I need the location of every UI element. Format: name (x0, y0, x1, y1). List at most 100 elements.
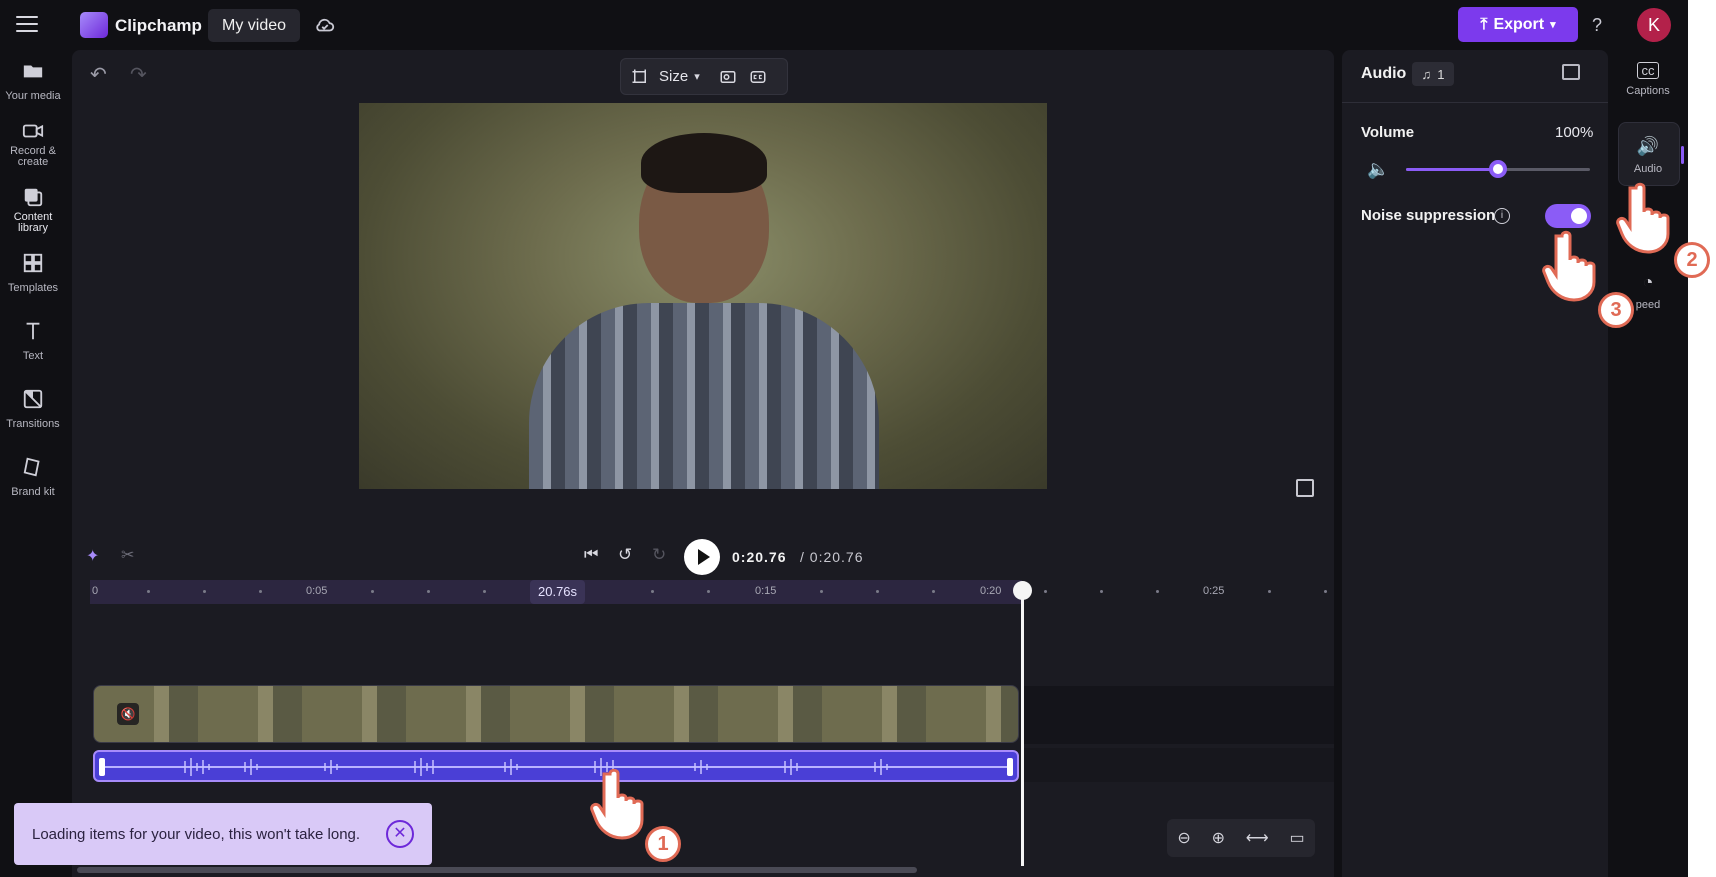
total-time: / 0:20.76 (800, 549, 864, 565)
captions-icon: cc (1637, 62, 1659, 79)
volume-slider-thumb[interactable] (1489, 160, 1507, 178)
background-icon[interactable] (718, 68, 738, 86)
app-name: Clipchamp (115, 16, 202, 35)
video-clip[interactable] (93, 685, 1019, 743)
sidebar-item-label: Text (22, 350, 44, 362)
sidebar-item-text[interactable]: Text (0, 320, 66, 364)
muted-speaker-icon[interactable]: 🔇 (117, 703, 139, 725)
forward-5-icon[interactable]: ↻ (652, 545, 666, 565)
chevron-down-icon: ▾ (694, 71, 700, 83)
close-icon[interactable]: ✕ (386, 820, 414, 848)
tick-dot (1324, 590, 1327, 593)
sidebar-item-label: Record & create (10, 145, 56, 168)
folder-icon (23, 65, 43, 78)
hamburger-menu-icon[interactable] (16, 16, 38, 34)
cloud-sync-icon[interactable] (314, 14, 336, 36)
timeline-zoom-controls: ⊖ ⊕ ⟷ ▭ (1167, 819, 1315, 857)
audio-trim-handle-start[interactable] (99, 758, 105, 776)
tick-label: 0:20 (980, 585, 1002, 597)
info-icon[interactable]: i (1494, 208, 1510, 224)
collapse-panel-icon[interactable] (1562, 64, 1580, 80)
tick-dot (651, 590, 654, 593)
music-note-icon: ♫ (1421, 66, 1432, 82)
project-title[interactable]: My video (208, 9, 301, 42)
pointer-hand-icon (590, 768, 644, 840)
tick-dot (820, 590, 823, 593)
camera-icon (22, 124, 44, 138)
redo-icon[interactable]: ↷ (130, 62, 147, 87)
tick-dot (371, 590, 374, 593)
volume-value: 100% (1555, 124, 1594, 141)
help-icon[interactable]: ? (1592, 15, 1602, 36)
audio-trim-handle-end[interactable] (1007, 758, 1013, 776)
toggle-knob (1571, 208, 1587, 224)
size-button[interactable]: Size ▾ (620, 58, 788, 95)
sidebar-item-transitions[interactable]: Transitions (0, 388, 66, 432)
sidebar-item-label: Brand kit (11, 486, 55, 498)
step-badge-3: 3 (1598, 292, 1634, 328)
resize-icon (632, 69, 646, 83)
templates-icon (23, 253, 43, 273)
top-bar: Clipchamp My video ⤒ Export ▾ ? K (0, 0, 1716, 50)
tick-label: 0:25 (1203, 585, 1225, 597)
tick-dot (1156, 590, 1159, 593)
split-scissors-icon[interactable]: ✂ (121, 545, 134, 565)
fit-timeline-icon[interactable]: ⟷ (1246, 828, 1269, 848)
tick-dot (259, 590, 262, 593)
zoom-out-icon[interactable]: ⊖ (1177, 828, 1190, 848)
rail-item-label: Audio (1633, 163, 1663, 175)
video-preview[interactable] (359, 103, 1047, 489)
tick-dot (203, 590, 206, 593)
sidebar-item-brand-kit[interactable]: Brand kit (0, 456, 66, 500)
expand-timeline-icon[interactable]: ▭ (1289, 828, 1304, 848)
left-sidebar: Your media Record & create Content libra… (0, 50, 66, 877)
tick-label: 0 (92, 585, 99, 597)
zoom-in-icon[interactable]: ⊕ (1212, 828, 1225, 848)
size-label: Size (659, 68, 689, 85)
sidebar-item-label: Content library (13, 211, 53, 234)
export-button[interactable]: ⤒ Export ▾ (1458, 7, 1578, 42)
sidebar-item-label: Transitions (6, 418, 60, 430)
sidebar-item-your-media[interactable]: Your media (0, 60, 66, 104)
captions-cc-icon[interactable] (748, 68, 768, 86)
timeline-ruler[interactable]: 0 0:05 0:15 0:20 0:25 (90, 580, 1330, 604)
tick-dot (1268, 590, 1271, 593)
video-track-empty (1024, 686, 1334, 744)
speaker-icon[interactable]: 🔈 (1367, 159, 1389, 180)
audio-count-badge: ♫ 1 (1412, 62, 1454, 86)
rewind-5-icon[interactable]: ↺ (618, 545, 632, 565)
sidebar-item-label: Templates (7, 282, 59, 294)
noise-suppression-label: Noise suppression (1361, 207, 1496, 224)
rail-item-captions[interactable]: cc Captions (1616, 62, 1680, 97)
rail-item-label: Captions (1626, 85, 1670, 97)
badge-count: 1 (1437, 66, 1445, 82)
upload-icon: ⤒ (1480, 15, 1488, 33)
tick-dot (1100, 590, 1103, 593)
tick-label: 0:05 (306, 585, 328, 597)
playhead-time-tag: 20.76s (530, 580, 586, 604)
audio-clip[interactable] (93, 750, 1019, 782)
undo-icon[interactable]: ↶ (90, 62, 107, 87)
tick-dot (147, 590, 150, 593)
avatar[interactable]: K (1637, 8, 1671, 42)
skip-back-icon[interactable]: ⏮ (584, 546, 598, 564)
play-button[interactable] (684, 539, 720, 575)
clipchamp-logo-icon (80, 12, 108, 38)
tick-label: 0:15 (755, 585, 777, 597)
playhead-handle[interactable] (1013, 581, 1032, 600)
pointer-hand-icon (1542, 230, 1596, 302)
rail-item-label: peed (1635, 299, 1661, 311)
tick-dot (427, 590, 430, 593)
noise-suppression-toggle[interactable] (1545, 204, 1591, 228)
timeline-horizontal-scrollbar[interactable] (77, 867, 917, 873)
rail-item-audio[interactable]: 🔊 Audio (1616, 136, 1680, 175)
fullscreen-icon[interactable] (1296, 479, 1314, 497)
loading-toast: Loading items for your video, this won't… (14, 803, 432, 865)
volume-slider-fill (1406, 168, 1498, 171)
sidebar-item-templates[interactable]: Templates (0, 252, 66, 296)
ai-sparkle-icon[interactable]: ✦ (86, 546, 99, 566)
playhead-line[interactable] (1021, 582, 1024, 866)
sidebar-item-record-create[interactable]: Record & create (0, 120, 66, 168)
sidebar-item-content-library[interactable]: Content library (0, 186, 66, 234)
tick-dot (483, 590, 486, 593)
